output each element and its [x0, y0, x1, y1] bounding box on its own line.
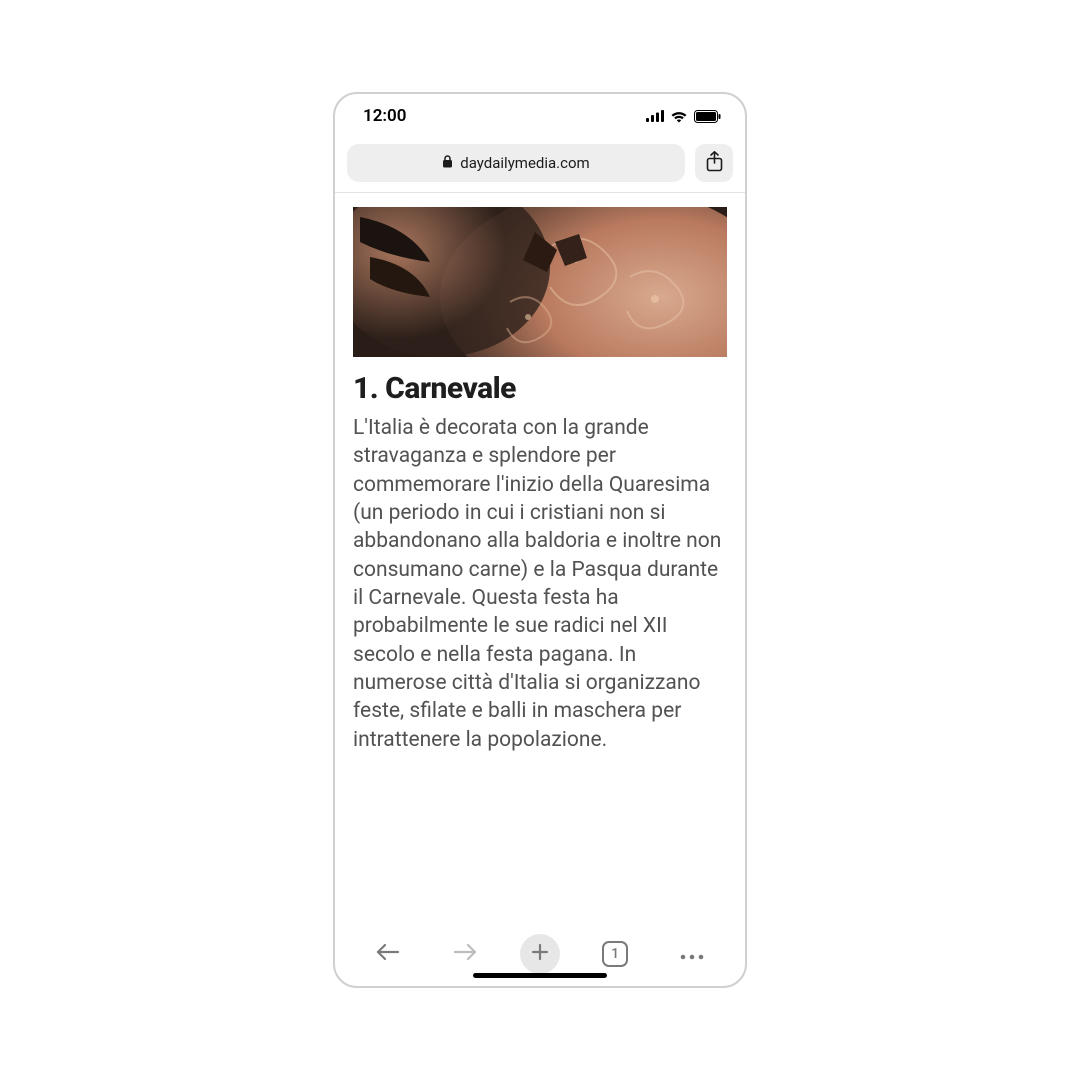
article-body: L'Italia è decorata con la grande strava… — [353, 414, 727, 754]
tabs-button[interactable]: 1 — [593, 932, 637, 976]
phone-frame: 12:00 — [333, 92, 747, 988]
arrow-left-icon — [375, 942, 401, 966]
wifi-icon — [670, 110, 688, 123]
cellular-icon — [646, 110, 664, 122]
lock-icon — [442, 154, 453, 172]
status-time: 12:00 — [363, 106, 406, 126]
address-bar-domain: daydailymedia.com — [460, 154, 589, 172]
address-bar-row: daydailymedia.com — [335, 138, 745, 193]
article-heading: 1. Carnevale — [353, 371, 727, 406]
new-tab-button[interactable] — [520, 934, 560, 974]
home-indicator[interactable] — [473, 973, 607, 978]
share-icon — [706, 151, 723, 176]
forward-button[interactable] — [443, 932, 487, 976]
menu-button[interactable] — [670, 932, 714, 976]
status-bar: 12:00 — [335, 94, 745, 138]
status-indicators — [646, 110, 721, 123]
hero-image — [353, 207, 727, 357]
page-content[interactable]: 1. Carnevale L'Italia è decorata con la … — [335, 193, 745, 922]
battery-icon — [694, 110, 721, 123]
plus-icon — [530, 942, 550, 966]
tabs-count: 1 — [611, 946, 619, 962]
tabs-count-badge: 1 — [602, 941, 628, 967]
back-button[interactable] — [366, 932, 410, 976]
arrow-right-icon — [452, 942, 478, 966]
share-button[interactable] — [695, 144, 733, 182]
address-bar[interactable]: daydailymedia.com — [347, 144, 685, 182]
more-icon — [680, 945, 704, 964]
